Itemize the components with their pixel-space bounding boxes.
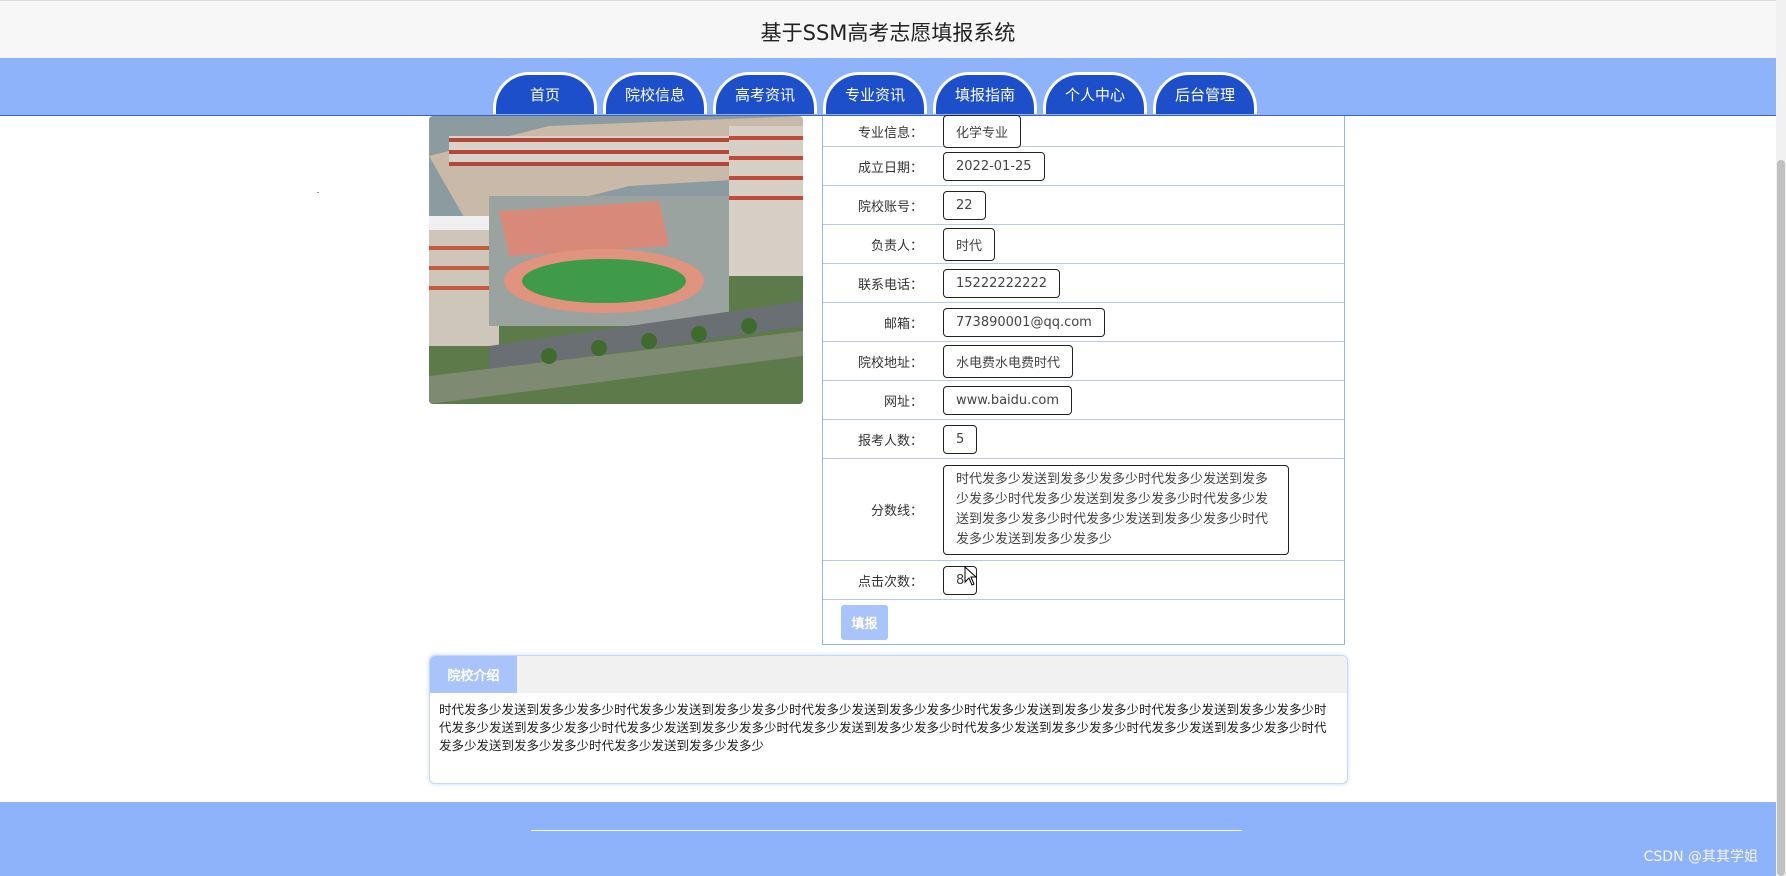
nav-guide[interactable]: 填报指南 <box>933 72 1037 114</box>
footer-divider <box>531 830 1242 831</box>
school-campus-image <box>429 116 803 404</box>
intro-tab[interactable]: 院校介绍 <box>430 656 517 693</box>
nav-exam-news[interactable]: 高考资讯 <box>713 72 817 114</box>
value-major: 化学专业 <box>943 114 1022 148</box>
label-applicants: 报考人数： <box>857 433 923 449</box>
label-score: 分数线： <box>870 504 923 519</box>
value-score: 时代发多少发送到发多少发多少时代发多少发送到发多少发多少时代发多少发送到发多少发… <box>943 464 1289 555</box>
school-intro-panel: 院校介绍 时代发多少发送到发多少发多少时代发多少发送到发多少发多少时代发多少发送… <box>429 655 1348 784</box>
row-email: 邮箱： 773890001@qq.com <box>823 303 1344 342</box>
label-email: 邮箱： <box>883 316 923 332</box>
row-action: 填报 <box>823 600 1344 644</box>
top-header: 基于SSM高考志愿填报系统 <box>0 0 1776 59</box>
footer: CSDN @其其学姐 <box>0 802 1776 876</box>
row-website: 网址： www.baidu.com <box>823 381 1344 420</box>
value-applicants: 5 <box>943 424 978 454</box>
label-clicks: 点击次数： <box>857 574 923 590</box>
intro-tab-bar: 院校介绍 <box>430 656 1347 693</box>
stray-dot <box>317 192 319 193</box>
value-manager: 时代 <box>943 227 996 261</box>
row-major: 专业信息： 化学专业 <box>823 114 1344 148</box>
value-email: 773890001@qq.com <box>943 307 1105 337</box>
nav-schools[interactable]: 院校信息 <box>603 72 707 114</box>
row-manager: 负责人： 时代 <box>823 225 1344 264</box>
intro-text: 时代发多少发送到发多少发多少时代发多少发送到发多少发多少时代发多少发送到发多少发… <box>439 702 1327 753</box>
row-score: 分数线： 时代发多少发送到发多少发多少时代发多少发送到发多少发多少时代发多少发送… <box>823 459 1344 561</box>
label-founded: 成立日期： <box>857 160 923 176</box>
watermark-text: CSDN @其其学姐 <box>1643 849 1758 865</box>
nav-home[interactable]: 首页 <box>493 72 597 114</box>
apply-button[interactable]: 填报 <box>841 604 888 640</box>
label-website: 网址： <box>883 394 923 410</box>
nav-major-news[interactable]: 专业资讯 <box>823 72 927 114</box>
main-nav: 首页 院校信息 高考资讯 专业资讯 填报指南 个人中心 后台管理 <box>493 72 1257 114</box>
label-manager: 负责人： <box>870 238 923 254</box>
value-phone: 15222222222 <box>943 268 1060 298</box>
row-account: 院校账号： 22 <box>823 186 1344 225</box>
mouse-cursor-icon <box>964 566 978 586</box>
value-address: 水电费水电费时代 <box>943 344 1074 378</box>
row-founded: 成立日期： 2022-01-25 <box>823 147 1344 186</box>
school-detail-table: 专业信息： 化学专业 成立日期： 2022-01-25 院校账号： 22 负责人… <box>822 114 1345 645</box>
scrollbar[interactable] <box>1776 0 1786 876</box>
row-address: 院校地址： 水电费水电费时代 <box>823 342 1344 381</box>
label-major: 专业信息： <box>857 125 923 141</box>
scrollbar-thumb[interactable] <box>1777 160 1785 876</box>
value-founded: 2022-01-25 <box>943 151 1045 181</box>
label-phone: 联系电话： <box>857 277 923 293</box>
value-account: 22 <box>943 190 986 220</box>
row-phone: 联系电话： 15222222222 <box>823 264 1344 303</box>
value-website: www.baidu.com <box>943 385 1073 415</box>
site-title: 基于SSM高考志愿填报系统 <box>760 21 1016 45</box>
row-applicants: 报考人数： 5 <box>823 420 1344 459</box>
nav-admin[interactable]: 后台管理 <box>1153 72 1257 114</box>
label-account: 院校账号： <box>857 199 923 215</box>
school-photo <box>429 116 803 404</box>
nav-personal-center[interactable]: 个人中心 <box>1043 72 1147 114</box>
row-clicks: 点击次数： 8 <box>823 561 1344 600</box>
label-address: 院校地址： <box>857 355 923 371</box>
